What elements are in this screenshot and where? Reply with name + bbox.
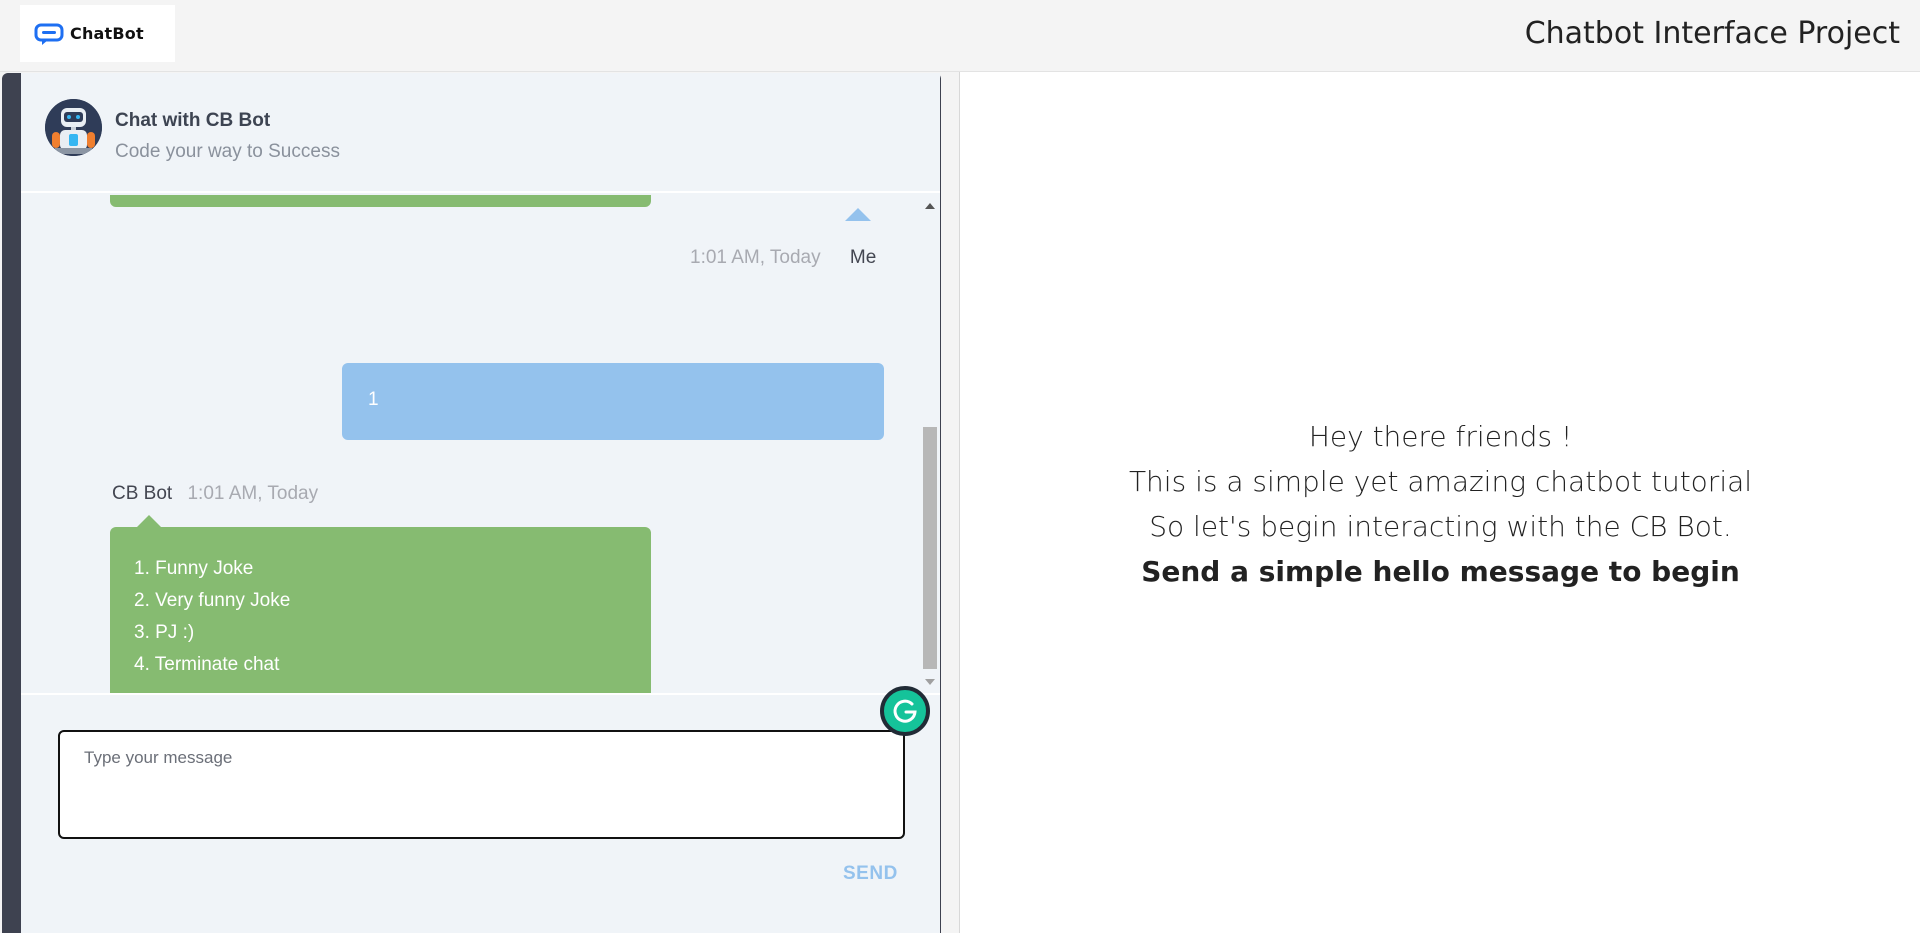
intro-line-4: Send a simple hello message to begin — [1141, 555, 1740, 588]
message-sender: CB Bot — [112, 483, 173, 504]
list-item: 3. PJ :) — [134, 622, 195, 643]
project-title: Chatbot Interface Project — [1524, 16, 1900, 51]
intro-panel: Hey there friends ! This is a simple yet… — [959, 72, 1920, 933]
list-item: 1. Funny Joke — [134, 558, 254, 579]
list-item: 4. Terminate chat — [134, 654, 280, 675]
bot-message-bubble: 1. Funny Joke 2. Very funny Joke 3. PJ :… — [110, 527, 651, 693]
logo-text: ChatBot — [70, 24, 144, 43]
user-message-meta: 1:01 AM, Today Me — [690, 247, 876, 269]
message-list[interactable]: 1:01 AM, Today Me 1 CB Bot 1:01 AM, Toda… — [21, 195, 940, 693]
bot-options-list: 1. Funny Joke 2. Very funny Joke 3. PJ :… — [134, 553, 290, 681]
intro-text: Hey there friends ! This is a simple yet… — [960, 414, 1920, 594]
user-message-bubble: 1 — [342, 363, 884, 440]
user-message-text: 1 — [368, 389, 379, 410]
scrollbar-thumb[interactable] — [923, 427, 937, 669]
scroll-down-arrow-icon[interactable] — [925, 679, 935, 685]
scrollbar[interactable] — [921, 195, 938, 693]
send-button[interactable]: SEND — [843, 863, 898, 885]
scroll-up-arrow-icon[interactable] — [925, 203, 935, 209]
message-input-box[interactable] — [58, 730, 905, 839]
chat-title: Chat with CB Bot — [115, 110, 271, 131]
intro-line-3: So let's begin interacting with the CB B… — [1149, 510, 1732, 543]
chat-subtitle: Code your way to Success — [115, 141, 340, 162]
chatbot-logo-icon — [34, 23, 64, 45]
top-bar: ChatBot Chatbot Interface Project — [0, 0, 1920, 72]
robot-avatar-icon — [45, 99, 102, 156]
message-time: 1:01 AM, Today — [187, 483, 319, 504]
chat-window: Chat with CB Bot Code your way to Succes… — [21, 73, 940, 933]
message-time: 1:01 AM, Today — [690, 247, 821, 268]
chat-header: Chat with CB Bot Code your way to Succes… — [21, 73, 940, 193]
list-item: 2. Very funny Joke — [134, 590, 291, 611]
message-input[interactable] — [60, 732, 903, 837]
bot-message-meta: CB Bot 1:01 AM, Today — [112, 483, 318, 505]
user-bubble-pointer — [845, 208, 871, 221]
message-sender: Me — [849, 247, 877, 268]
chatbot-logo[interactable]: ChatBot — [20, 5, 175, 62]
intro-line-1: Hey there friends ! — [1308, 420, 1573, 453]
intro-line-2: This is a simple yet amazing chatbot tut… — [1128, 465, 1753, 498]
previous-bot-message — [110, 195, 651, 207]
divider — [21, 693, 940, 695]
grammarly-icon[interactable] — [880, 686, 930, 736]
chat-panel: Chat with CB Bot Code your way to Succes… — [2, 73, 941, 933]
